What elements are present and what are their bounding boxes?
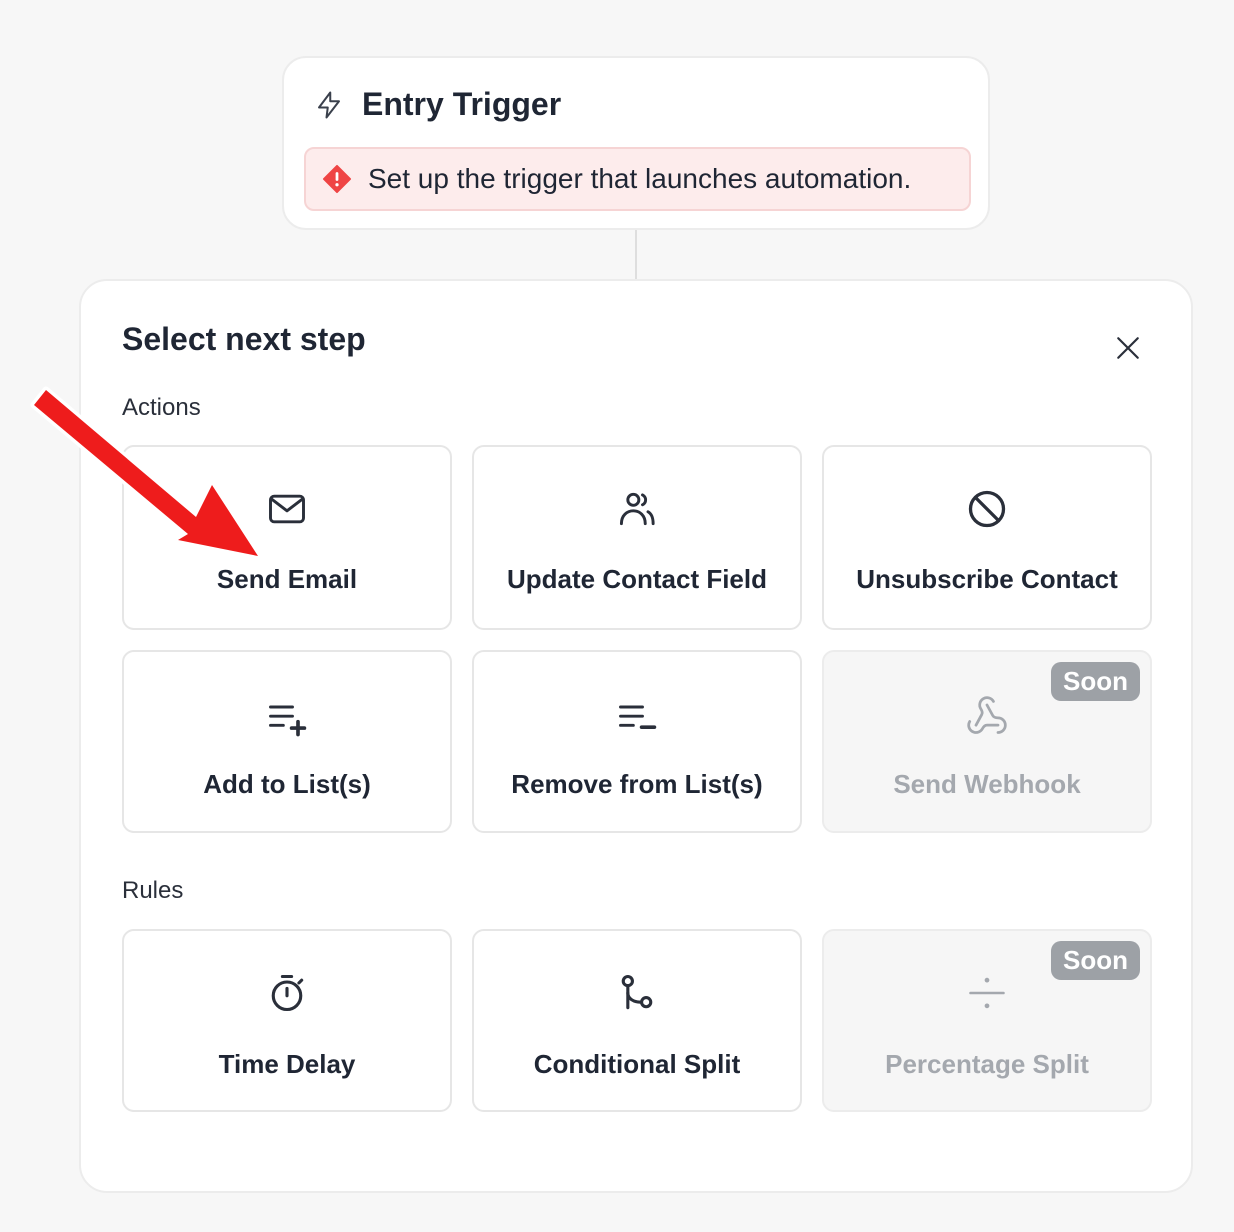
- action-unsubscribe-contact[interactable]: Unsubscribe Contact: [822, 445, 1152, 630]
- rule-label: Time Delay: [218, 1049, 356, 1079]
- webhook-icon: [967, 696, 1007, 734]
- actions-section-label: Actions: [122, 394, 201, 421]
- stopwatch-icon: [271, 974, 304, 1012]
- rules-section-label: Rules: [122, 877, 184, 904]
- action-label: Unsubscribe Contact: [856, 564, 1118, 594]
- action-label: Update Contact Field: [506, 564, 767, 594]
- trigger-alert-text: Set up the trigger that launches automat…: [368, 163, 912, 194]
- mail-icon: [269, 494, 305, 524]
- rule-percentage-split: Percentage Split Soon: [822, 929, 1152, 1112]
- list-remove-icon: [619, 705, 657, 729]
- action-send-email[interactable]: Send Email: [122, 445, 452, 630]
- list-add-icon: [269, 705, 307, 737]
- rule-label: Percentage Split: [885, 1049, 1089, 1079]
- warning-diamond-icon: [322, 164, 352, 194]
- action-label: Send Webhook: [893, 769, 1081, 799]
- action-send-webhook: Send Webhook Soon: [822, 650, 1152, 833]
- trigger-header: Entry Trigger: [314, 86, 561, 123]
- action-add-to-lists[interactable]: Add to List(s): [122, 650, 452, 833]
- ban-icon: [968, 490, 1006, 528]
- trigger-title: Entry Trigger: [362, 86, 562, 122]
- trigger-alert: Set up the trigger that launches automat…: [304, 147, 971, 211]
- entry-trigger-card[interactable]: Entry Trigger Set up the trigger that la…: [282, 56, 990, 230]
- users-icon: [619, 492, 655, 526]
- split-route-icon: [621, 974, 653, 1010]
- action-label: Remove from List(s): [511, 769, 763, 799]
- panel-title: Select next step: [122, 321, 366, 357]
- action-label: Send Email: [216, 564, 358, 594]
- lightning-icon: [318, 91, 340, 118]
- close-button[interactable]: [1111, 331, 1145, 365]
- flow-connector: [635, 230, 637, 280]
- rule-time-delay[interactable]: Time Delay: [122, 929, 452, 1112]
- close-icon: [1117, 337, 1139, 359]
- divide-icon: [969, 977, 1005, 1009]
- rule-conditional-split[interactable]: Conditional Split: [472, 929, 802, 1112]
- soon-badge: Soon: [1051, 662, 1140, 701]
- action-update-contact-field[interactable]: Update Contact Field: [472, 445, 802, 630]
- action-remove-from-lists[interactable]: Remove from List(s): [472, 650, 802, 833]
- action-label: Add to List(s): [203, 769, 371, 799]
- rule-label: Conditional Split: [533, 1049, 741, 1079]
- soon-badge: Soon: [1051, 941, 1140, 980]
- select-next-step-panel: Select next step Actions Send Email Upda…: [79, 279, 1193, 1193]
